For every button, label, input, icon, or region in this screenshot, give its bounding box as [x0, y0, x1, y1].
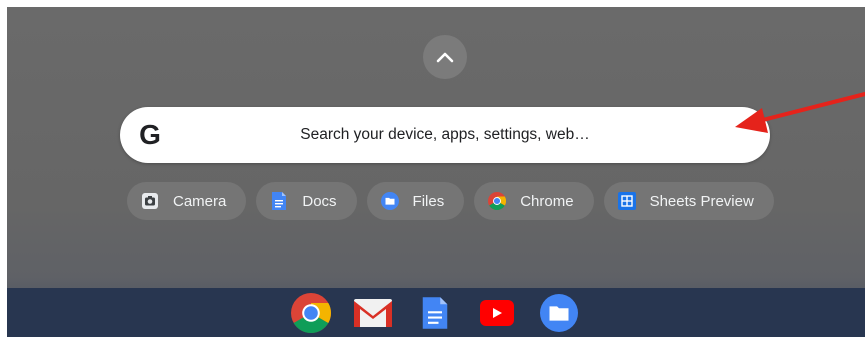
chrome-icon: [488, 192, 507, 210]
shelf-apps: [291, 293, 579, 333]
shelf-app-docs[interactable]: [415, 293, 455, 333]
suggestion-chip-camera[interactable]: Camera: [127, 182, 247, 220]
chip-label: Camera: [173, 192, 227, 210]
google-g-icon: G: [136, 117, 164, 153]
files-icon: [380, 192, 399, 210]
gmail-icon: [354, 299, 392, 327]
chip-label: Chrome: [520, 192, 574, 210]
shelf-app-youtube[interactable]: [477, 293, 517, 333]
docs-icon: [270, 192, 288, 210]
chip-label: Sheets Preview: [649, 192, 754, 210]
chip-label: Docs: [302, 192, 337, 210]
chip-label: Files: [412, 192, 445, 210]
camera-icon: [141, 192, 159, 210]
google-g-letter: G: [139, 119, 161, 150]
suggestion-chip-chrome[interactable]: Chrome: [474, 182, 594, 220]
search-placeholder[interactable]: Search your device, apps, settings, web…: [180, 107, 710, 163]
chrome-icon: [291, 293, 331, 333]
shelf-app-chrome[interactable]: [291, 293, 331, 333]
suggestion-chips: Camera Docs Files Chrome Sheets Preview: [127, 182, 774, 220]
suggestion-chip-docs[interactable]: Docs: [256, 182, 357, 220]
youtube-icon: [480, 300, 514, 326]
suggestion-chip-sheets-preview[interactable]: Sheets Preview: [603, 182, 774, 220]
docs-icon: [422, 297, 448, 329]
search-box[interactable]: G Search your device, apps, settings, we…: [120, 107, 770, 163]
suggestion-chip-files[interactable]: Files: [366, 182, 465, 220]
shelf-app-files[interactable]: [539, 293, 579, 333]
sheets-icon: [617, 192, 636, 210]
shelf-app-gmail[interactable]: [353, 293, 393, 333]
launcher-screen: G Search your device, apps, settings, we…: [7, 7, 865, 337]
expand-launcher-button[interactable]: [423, 35, 467, 79]
files-icon: [540, 294, 578, 332]
shelf: [7, 288, 865, 337]
chevron-up-icon: [436, 52, 454, 63]
